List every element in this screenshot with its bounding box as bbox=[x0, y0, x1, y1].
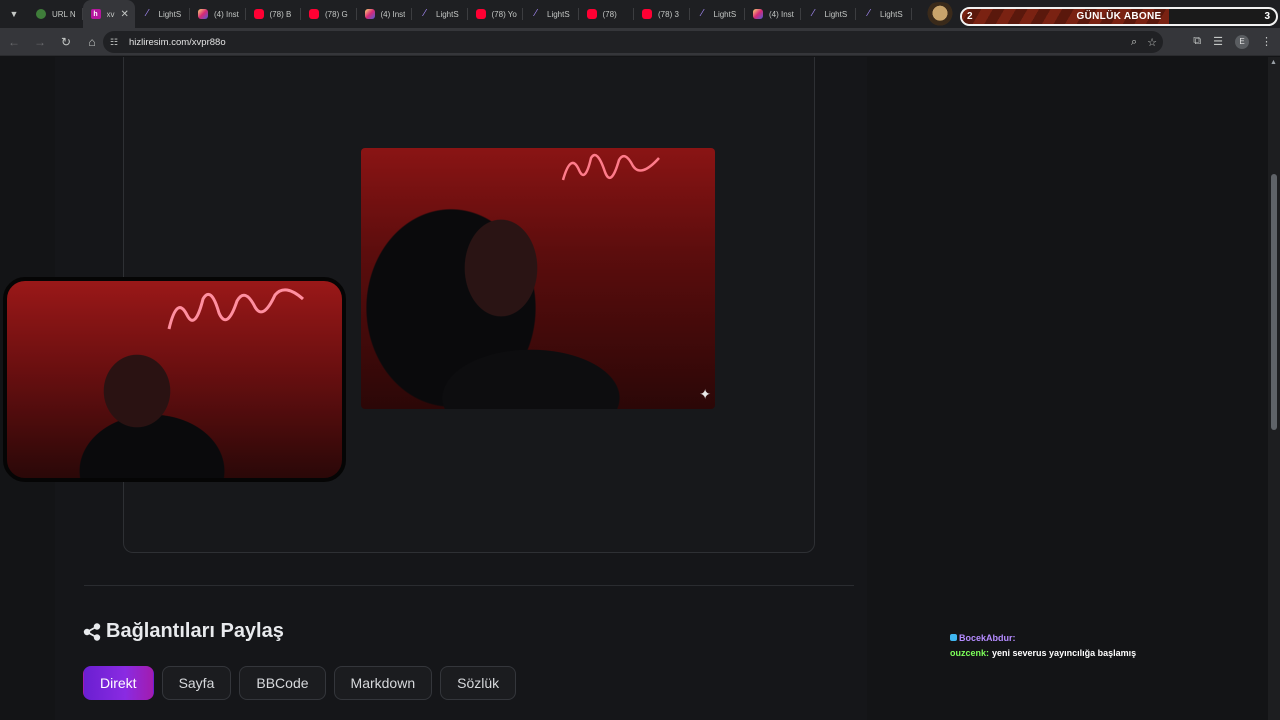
tab-bbcode[interactable]: BBCode bbox=[239, 666, 326, 700]
address-bar[interactable]: ☷ hizliresim.com/xvpr88o ⌕ ☆ bbox=[103, 31, 1163, 53]
sparkle-icon: ✦ bbox=[699, 386, 711, 402]
chat-text: yeni severus yayıncılığa başlamış bbox=[992, 647, 1137, 658]
tab[interactable]: (4) Inst bbox=[745, 0, 801, 28]
tab[interactable]: ⁄ LightS bbox=[690, 0, 746, 28]
section-divider bbox=[84, 585, 854, 586]
tab[interactable]: (78) B bbox=[246, 0, 302, 28]
url-shortener-icon bbox=[36, 9, 46, 19]
lightshot-icon: ⁄ bbox=[535, 8, 537, 19]
tab[interactable]: (78) 3 bbox=[634, 0, 690, 28]
tab[interactable]: (78) Yo bbox=[468, 0, 524, 28]
subscriber-target: 3 bbox=[1264, 11, 1270, 22]
home-button[interactable]: ⌂ bbox=[80, 30, 104, 54]
youtube-icon bbox=[642, 9, 652, 19]
share-section-title: Bağlantıları Paylaş bbox=[82, 620, 284, 643]
hizliresim-icon: h bbox=[90, 9, 101, 19]
menu-icon[interactable]: ⋮ bbox=[1261, 35, 1272, 48]
tab-markdown[interactable]: Markdown bbox=[333, 666, 433, 700]
tab-direkt[interactable]: Direkt bbox=[83, 666, 154, 700]
subscriber-goal-bar: 2 GÜNLÜK ABONE 3 bbox=[960, 7, 1278, 26]
close-icon[interactable]: ✕ bbox=[121, 9, 129, 20]
reload-button[interactable]: ↻ bbox=[54, 30, 78, 54]
lightshot-icon: ⁄ bbox=[701, 8, 704, 19]
tab-list: URL N h xv ✕ ⁄ LightS (4) Inst (78) B (78) … bbox=[27, 0, 912, 28]
chat-username: BocekAbdur: bbox=[959, 632, 1016, 643]
browser-toolbar: ← → ↻ ⌂ ☷ hizliresim.com/xvpr88o ⌕ ☆ ⧉ ☰… bbox=[0, 28, 1280, 56]
streamer-avatar bbox=[922, 2, 958, 30]
subscriber-badge-icon bbox=[950, 634, 957, 641]
tab[interactable]: URL N bbox=[27, 0, 83, 28]
reading-list-icon[interactable]: ☰ bbox=[1213, 35, 1223, 48]
tab[interactable]: (78) bbox=[579, 0, 635, 28]
extensions-icon[interactable]: ⧉ bbox=[1193, 35, 1201, 48]
chat-username: ouzcenk: bbox=[950, 647, 990, 658]
tab[interactable]: (78) G bbox=[301, 0, 357, 28]
scroll-up-arrow-icon[interactable]: ▲ bbox=[1270, 59, 1277, 66]
tab-search-button[interactable]: ▼ bbox=[3, 3, 25, 25]
back-button[interactable]: ← bbox=[2, 30, 26, 54]
page-scrollbar[interactable]: ▲ bbox=[1268, 57, 1280, 720]
webcam-overlay bbox=[3, 277, 346, 482]
tab-active[interactable]: h xv ✕ bbox=[82, 0, 135, 28]
tab[interactable]: ⁄ LightS bbox=[801, 0, 857, 28]
subscriber-goal-overlay: 2 GÜNLÜK ABONE 3 bbox=[922, 2, 1278, 30]
lightshot-icon: ⁄ bbox=[868, 8, 870, 19]
share-icon bbox=[83, 622, 101, 641]
youtube-icon bbox=[475, 9, 486, 19]
instagram-icon bbox=[198, 9, 208, 19]
tab-sayfa[interactable]: Sayfa bbox=[161, 666, 232, 700]
lightshot-icon: ⁄ bbox=[146, 8, 149, 19]
profile-avatar[interactable]: E bbox=[1235, 34, 1249, 49]
tab[interactable]: (4) Inst bbox=[357, 0, 413, 28]
chat-message: BocekAbdur: bbox=[950, 630, 1250, 645]
url-text[interactable]: hizliresim.com/xvpr88o bbox=[129, 37, 226, 48]
neon-sign-graphic bbox=[561, 153, 660, 181]
tab[interactable]: ⁄ LightS bbox=[412, 0, 468, 28]
instagram-icon bbox=[753, 9, 763, 19]
forward-button[interactable]: → bbox=[28, 30, 52, 54]
bookmark-star-icon[interactable]: ☆ bbox=[1147, 36, 1157, 49]
share-tabs: Direkt Sayfa BBCode Markdown Sözlük bbox=[83, 666, 517, 700]
tab-sozluk[interactable]: Sözlük bbox=[440, 666, 517, 700]
tab[interactable]: ⁄ LightS bbox=[856, 0, 912, 28]
instagram-icon bbox=[364, 9, 375, 19]
tab[interactable]: (4) Inst bbox=[190, 0, 246, 28]
scrollbar-thumb[interactable] bbox=[1271, 174, 1277, 430]
youtube-icon bbox=[253, 9, 264, 19]
youtube-icon bbox=[309, 9, 319, 19]
lightshot-icon: ⁄ bbox=[424, 8, 426, 19]
chat-message: ouzcenk: yeni severus yayıncılığa başlam… bbox=[950, 645, 1250, 660]
tab[interactable]: ⁄ LightS bbox=[523, 0, 579, 28]
tab[interactable]: ⁄ LightS bbox=[135, 0, 191, 28]
zoom-icon[interactable]: ⌕ bbox=[1131, 36, 1137, 49]
youtube-icon bbox=[586, 9, 597, 19]
subscriber-goal-label: GÜNLÜK ABONE bbox=[1076, 11, 1162, 22]
stream-chat-overlay: BocekAbdur: ouzcenk: yeni severus yayınc… bbox=[950, 630, 1250, 660]
uploaded-image[interactable]: ✦ bbox=[361, 148, 715, 409]
site-info-icon[interactable]: ☷ bbox=[110, 37, 128, 48]
neon-sign-graphic bbox=[167, 288, 304, 330]
lightshot-icon: ⁄ bbox=[812, 8, 815, 19]
